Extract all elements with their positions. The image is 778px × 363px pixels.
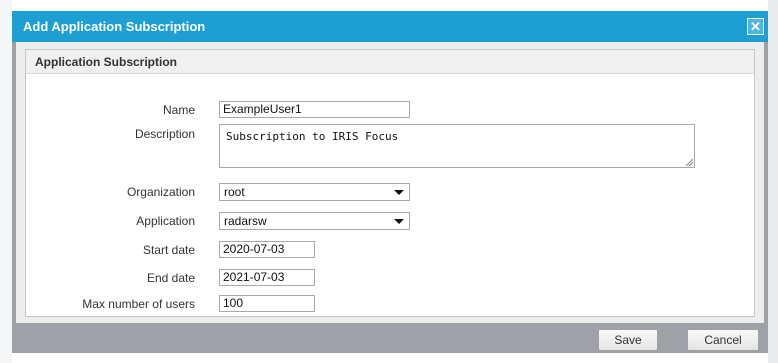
- cancel-button[interactable]: Cancel: [687, 329, 759, 351]
- name-label: Name: [162, 103, 195, 117]
- subscription-panel: Application Subscription Name ExampleUse…: [25, 49, 755, 317]
- dialog-title: Add Application Subscription: [23, 19, 206, 34]
- description-value: Subscription to IRIS Focus: [226, 130, 399, 143]
- organization-value: root: [224, 185, 245, 199]
- application-label: Application: [136, 214, 195, 228]
- organization-label: Organization: [126, 185, 195, 199]
- end-date-input[interactable]: 2021-07-03: [219, 269, 315, 286]
- start-date-value: 2020-07-03: [223, 242, 285, 256]
- organization-select[interactable]: root: [219, 183, 410, 201]
- close-button[interactable]: ✕: [747, 18, 764, 35]
- dialog-content: Application Subscription Name ExampleUse…: [16, 42, 764, 323]
- application-select[interactable]: radarsw: [219, 212, 410, 230]
- background-left: [0, 0, 12, 363]
- description-textarea[interactable]: Subscription to IRIS Focus: [219, 124, 695, 168]
- dialog-titlebar: Add Application Subscription ✕: [12, 11, 768, 42]
- max-users-input[interactable]: 100: [219, 295, 315, 312]
- chevron-down-icon: [394, 219, 404, 224]
- chevron-down-icon: [394, 190, 404, 195]
- add-subscription-dialog: Add Application Subscription ✕ Applicati…: [12, 11, 768, 353]
- close-icon: ✕: [750, 19, 761, 34]
- background-right: [768, 0, 778, 363]
- max-users-label: Max number of users: [82, 297, 195, 311]
- panel-title: Application Subscription: [35, 55, 178, 69]
- name-input[interactable]: ExampleUser1: [219, 101, 410, 118]
- panel-header: Application Subscription: [26, 50, 754, 74]
- save-button[interactable]: Save: [598, 329, 658, 351]
- description-label: Description: [134, 127, 195, 141]
- max-users-value: 100: [223, 296, 244, 310]
- dialog-footer: Save Cancel: [12, 323, 768, 353]
- resize-grip-icon[interactable]: [685, 158, 693, 166]
- start-date-input[interactable]: 2020-07-03: [219, 241, 315, 258]
- application-value: radarsw: [224, 214, 267, 228]
- end-date-value: 2021-07-03: [223, 270, 285, 284]
- start-date-label: Start date: [142, 243, 195, 257]
- name-value: ExampleUser1: [223, 102, 302, 116]
- end-date-label: End date: [146, 271, 195, 285]
